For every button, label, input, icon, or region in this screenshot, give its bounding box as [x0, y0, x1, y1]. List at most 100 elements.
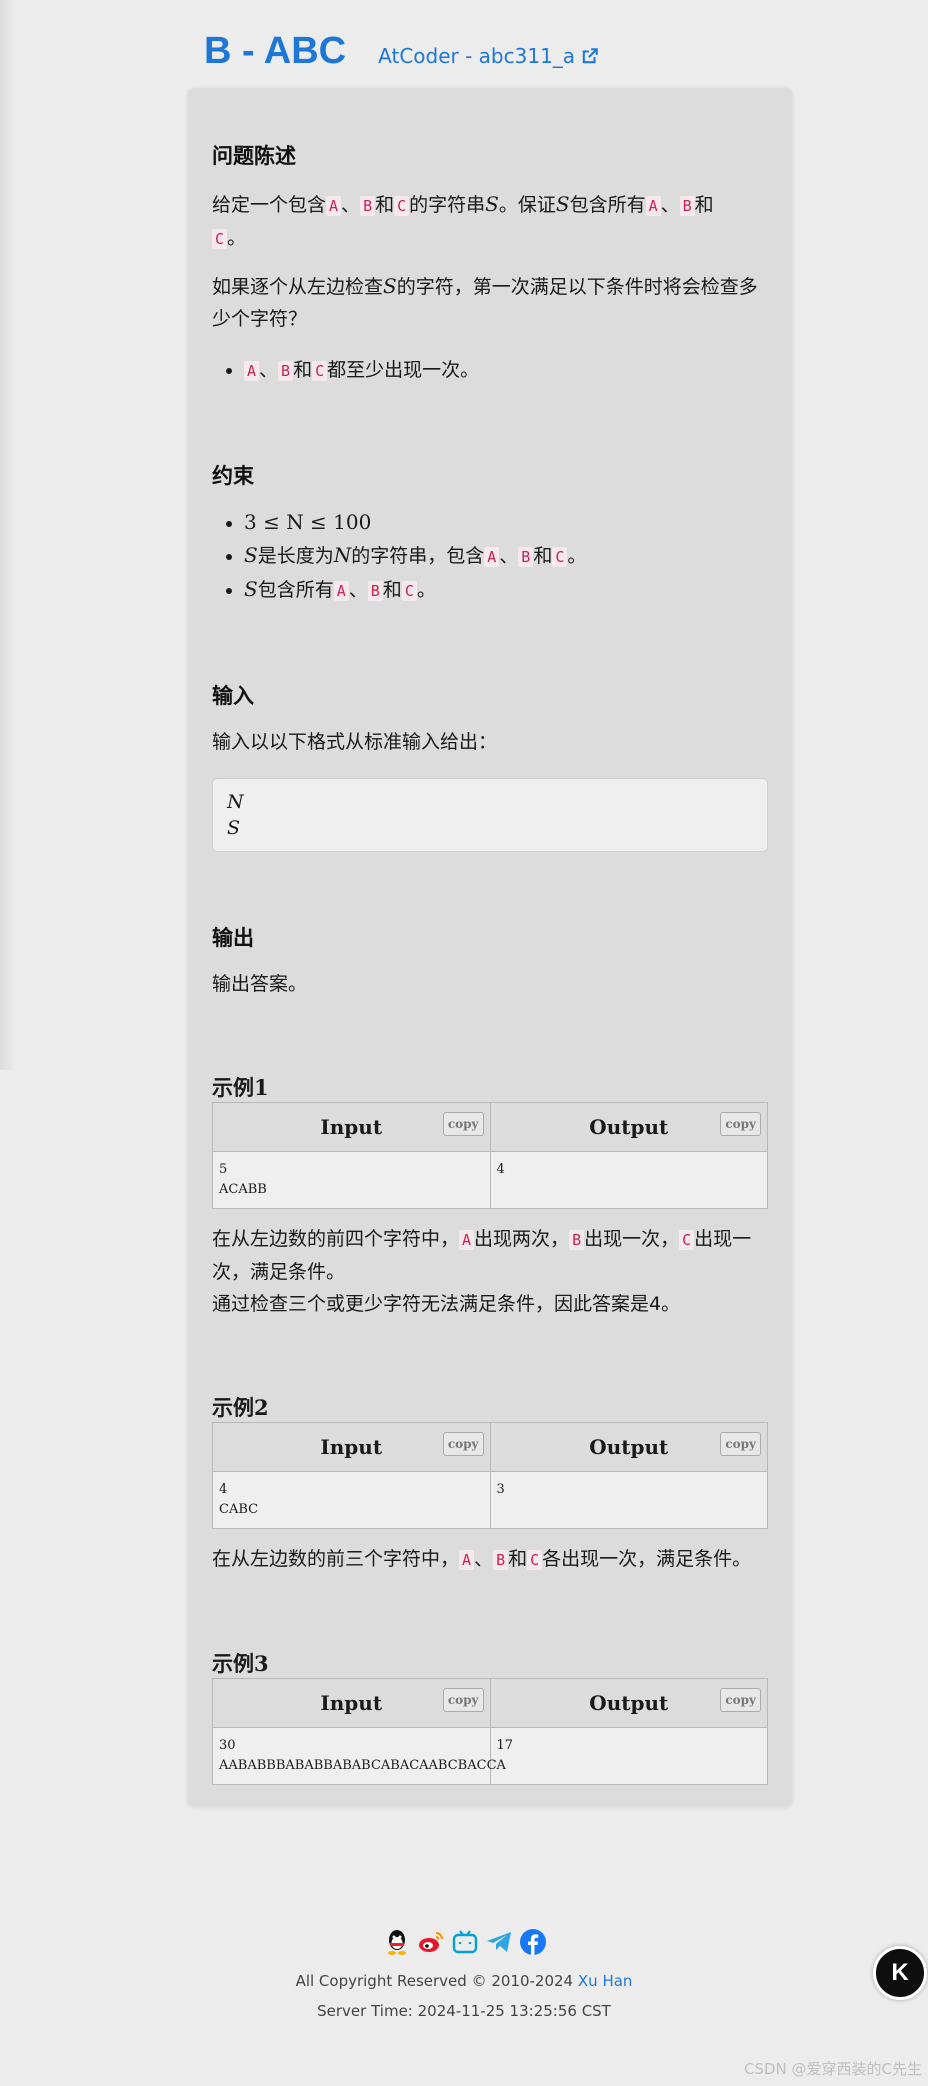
output-header: Output copy — [489, 1102, 768, 1152]
statement-bullets: A、B和C都至少出现一次。 — [212, 354, 768, 387]
math-var: S — [244, 577, 258, 601]
telegram-icon[interactable] — [485, 1928, 513, 1956]
text: 出现一次， — [584, 1228, 680, 1250]
copyright-line: All Copyright Reserved © 2010-2024 Xu Ha… — [0, 1972, 928, 1990]
qq-icon[interactable] — [383, 1928, 411, 1956]
weibo-icon[interactable] — [417, 1928, 445, 1956]
format-line: N — [227, 791, 244, 813]
text: 的字符串 — [409, 194, 486, 216]
code-token: A — [459, 1230, 475, 1250]
copy-input-button[interactable]: copy — [442, 1688, 484, 1712]
copy-output-button[interactable]: copy — [720, 1688, 761, 1712]
text: 通过检查三个或更少字符无法满足条件，因此答案是4。 — [212, 1293, 681, 1315]
facebook-icon[interactable] — [519, 1928, 547, 1956]
text: 。保证 — [498, 194, 556, 216]
sample-input-cell: 4 CABC — [212, 1471, 491, 1529]
code-token: B — [493, 1550, 509, 1570]
text: 包含所有 — [569, 194, 646, 216]
statement-paragraph-1: 给定一个包含 A、 B 和 C 的字符串S。保证S包含所有 A、 B 和 C。 — [212, 188, 768, 255]
text: 、 — [341, 194, 361, 216]
sample-input-line: 4 — [219, 1482, 228, 1497]
sample-input-cell: 5 ACABB — [212, 1151, 491, 1209]
social-links — [383, 1928, 547, 1956]
input-header-label: Input — [320, 1435, 383, 1459]
sample-2: 示例2 Input copy Output copy 4 CABC 3 在从左边数的前… — [212, 1392, 768, 1576]
text: 各出现一次，满足条件。 — [542, 1548, 752, 1570]
input-description: 输入以以下格式从标准输入给出： — [212, 726, 768, 758]
code-token: B — [518, 547, 534, 567]
assistant-logo-icon: K — [891, 1959, 909, 1986]
list-item: 3 ≤ N ≤ 100 — [244, 506, 768, 539]
math-var: S — [485, 192, 499, 216]
code-token: C — [401, 581, 417, 601]
statement-paragraph-2: 如果逐个从左边检查S的字符，第一次满足以下条件时将会检查多少个字符？ — [212, 270, 768, 335]
code-token: C — [394, 196, 410, 216]
code-token: A — [333, 581, 349, 601]
text: 和 — [382, 579, 402, 601]
sample-output-cell: 3 — [489, 1471, 768, 1529]
text: 包含所有 — [257, 579, 334, 601]
copy-input-button[interactable]: copy — [442, 1432, 484, 1456]
sample-io-table: Input copy Output copy 4 CABC 3 — [212, 1422, 768, 1529]
math-var: N — [333, 543, 352, 567]
math-var: S — [244, 543, 258, 567]
statement-section: 问题陈述 — [212, 140, 768, 170]
text: 在从左边数的前四个字符中， — [212, 1228, 460, 1250]
sample-io-table: Input copy Output copy 30 AABABBBABABBABABC… — [212, 1678, 768, 1785]
sample-input-line: AABABBBABABBABABCABACAABCBACCA — [219, 1758, 506, 1773]
sample-title: 示例1 — [212, 1075, 269, 1100]
input-desc-text: 输入以以下格式从标准输入给出： — [212, 731, 498, 753]
problem-card: 问题陈述 给定一个包含 A、 B 和 C 的字符串S。保证S包含所有 A、 B 和 C。 如果逐个… — [188, 88, 792, 1806]
server-time: Server Time: 2024-11-25 13:25:56 CST — [317, 2002, 611, 2020]
text: 。 — [567, 545, 587, 567]
text: 、 — [660, 194, 680, 216]
bilibili-icon[interactable] — [451, 1928, 479, 1956]
sample-input-line: CABC — [219, 1502, 259, 1517]
code-token: B — [367, 581, 383, 601]
source-link[interactable]: AtCoder - abc311_a — [378, 44, 599, 68]
math-expression: 3 ≤ N ≤ 100 — [244, 510, 372, 534]
text: 、 — [474, 1548, 494, 1570]
math-var: S — [555, 192, 570, 216]
text: 、 — [348, 579, 368, 601]
input-section: 输入 — [212, 680, 768, 710]
list-item: S是长度为N的字符串，包含A、B和C。 — [244, 539, 768, 573]
code-token: A — [326, 196, 342, 216]
output-header-label: Output — [589, 1691, 669, 1715]
text: 、 — [499, 545, 519, 567]
text: 和 — [508, 1548, 528, 1570]
math-var: S — [383, 274, 397, 298]
code-token: C — [527, 1550, 543, 1570]
code-token: B — [278, 361, 294, 381]
text: 、 — [259, 359, 279, 381]
list-item: S包含所有A、B和C。 — [244, 573, 768, 607]
title-row: B - ABC AtCoder - abc311_a — [204, 30, 599, 73]
sample-input-line: 30 — [219, 1738, 236, 1753]
input-format-box: N S — [212, 778, 768, 852]
copy-output-button[interactable]: copy — [720, 1432, 761, 1456]
copy-input-button[interactable]: copy — [442, 1112, 484, 1136]
source-link-label: AtCoder - abc311_a — [378, 44, 576, 68]
code-token: C — [552, 547, 568, 567]
code-token: A — [244, 361, 260, 381]
input-header: Input copy — [212, 1678, 491, 1728]
input-header: Input copy — [212, 1422, 491, 1472]
statement-heading: 问题陈述 — [212, 144, 296, 168]
copy-output-button[interactable]: copy — [720, 1112, 761, 1136]
output-heading: 输出 — [212, 926, 254, 950]
constraints-section: 约束 — [212, 460, 768, 490]
code-token: B — [679, 196, 695, 216]
sample-input-cell: 30 AABABBBABABBABABCABACAABCBACCA — [212, 1727, 506, 1785]
text: 都至少出现一次。 — [327, 359, 480, 381]
problem-title: B - ABC — [204, 30, 347, 72]
output-description: 输出答案。 — [212, 968, 768, 1000]
floating-assistant-button[interactable]: K — [873, 1946, 927, 2000]
list-item: A、B和C都至少出现一次。 — [244, 354, 768, 387]
sample-output-cell: 17 — [489, 1727, 768, 1785]
sample-input-line: ACABB — [219, 1182, 267, 1197]
code-token: A — [645, 196, 661, 216]
format-line: S — [227, 817, 241, 839]
author-link[interactable]: Xu Han — [578, 1972, 633, 1990]
sample-1: 示例1 Input copy Output copy 5 ACABB 4 在从左边数的… — [212, 1072, 768, 1320]
text: 。 — [416, 579, 436, 601]
